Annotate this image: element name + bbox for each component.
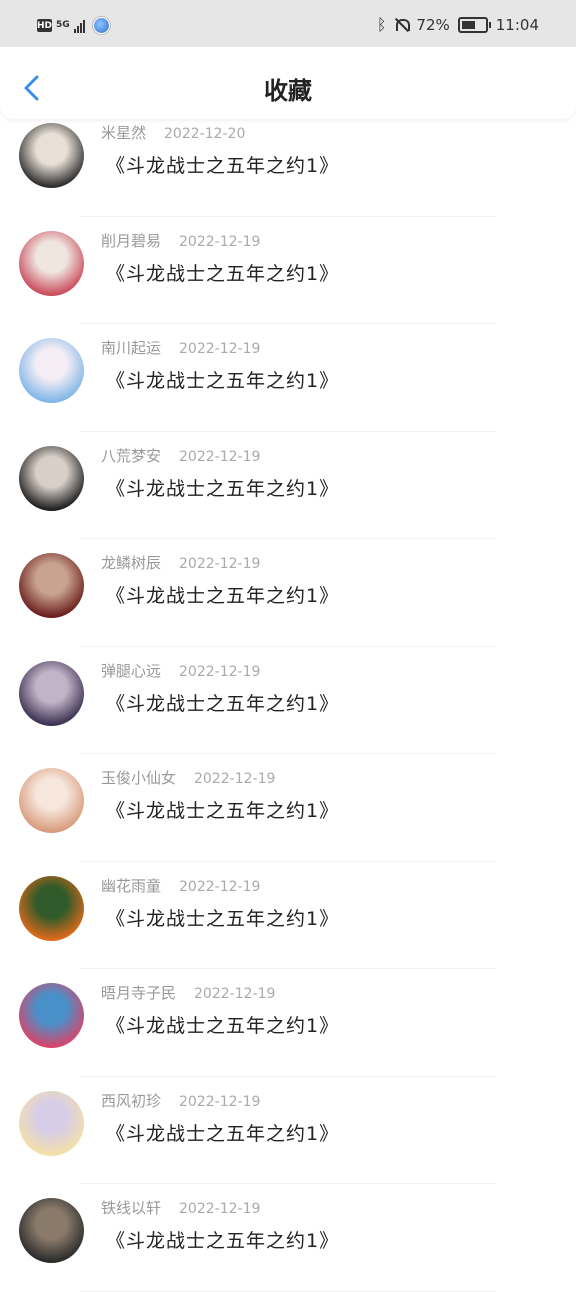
book-title[interactable]: 《斗龙战士之五年之约1》 bbox=[106, 366, 339, 393]
list-item[interactable]: 晤月寺子民 2022-12-19 《斗龙战士之五年之约1》 bbox=[0, 969, 576, 1077]
book-title[interactable]: 《斗龙战士之五年之约1》 bbox=[106, 474, 339, 501]
book-title[interactable]: 《斗龙战士之五年之约1》 bbox=[106, 1011, 339, 1038]
list-item[interactable]: 铁线以轩 2022-12-19 《斗龙战士之五年之约1》 bbox=[0, 1184, 576, 1292]
avatar[interactable] bbox=[19, 338, 84, 403]
book-title[interactable]: 《斗龙战士之五年之约1》 bbox=[106, 1119, 339, 1146]
user-name: 西风初珍 2022-12-19 bbox=[101, 1090, 260, 1111]
page-title: 收藏 bbox=[264, 77, 312, 105]
status-left: HD 5G bbox=[37, 17, 110, 34]
favorite-date: 2022-12-19 bbox=[179, 1201, 261, 1217]
favorite-date: 2022-12-19 bbox=[194, 986, 276, 1002]
status-right: ᛒ 72% 11:04 bbox=[377, 15, 539, 34]
user-name: 铁线以轩 2022-12-19 bbox=[101, 1197, 260, 1218]
user-name-text: 弹腿心远 bbox=[101, 661, 162, 680]
user-name-text: 铁线以轩 bbox=[101, 1199, 162, 1217]
avatar[interactable] bbox=[19, 230, 84, 296]
user-name: 八荒梦安 2022-12-19 bbox=[101, 445, 260, 466]
browser-icon bbox=[92, 17, 110, 34]
divider bbox=[80, 1290, 496, 1292]
user-name-text: 幽花雨童 bbox=[101, 876, 162, 895]
favorite-date: 2022-12-19 bbox=[179, 878, 261, 895]
bluetooth-icon: ᛒ bbox=[376, 15, 387, 34]
favorite-date: 2022-12-19 bbox=[194, 771, 276, 787]
user-name: 削月碧易 2022-12-19 bbox=[101, 230, 260, 251]
avatar[interactable] bbox=[19, 1090, 84, 1156]
user-name: 晤月寺子民 2022-12-19 bbox=[101, 982, 275, 1003]
avatar[interactable] bbox=[19, 445, 84, 511]
list-item[interactable]: 玉俊小仙女 2022-12-19 《斗龙战士之五年之约1》 bbox=[0, 754, 576, 862]
list-item[interactable]: 弹腿心远 2022-12-19 《斗龙战士之五年之约1》 bbox=[0, 647, 576, 754]
avatar[interactable] bbox=[19, 983, 84, 1048]
user-name-text: 米星然 bbox=[101, 124, 147, 142]
signal-icon bbox=[73, 19, 85, 33]
book-title[interactable]: 《斗龙战士之五年之约1》 bbox=[106, 581, 339, 608]
user-name: 米星然 2022-12-20 bbox=[101, 122, 245, 143]
status-bar: HD 5G ᛒ 72% 11:04 bbox=[0, 0, 576, 47]
book-title[interactable]: 《斗龙战士之五年之约1》 bbox=[106, 904, 339, 931]
user-name: 龙鳞树辰 2022-12-19 bbox=[101, 552, 260, 573]
book-title[interactable]: 《斗龙战士之五年之约1》 bbox=[106, 689, 339, 716]
user-name-text: 南川起运 bbox=[101, 339, 162, 357]
favorite-date: 2022-12-19 bbox=[179, 233, 261, 250]
user-name-text: 玉俊小仙女 bbox=[101, 769, 177, 787]
user-name-text: 八荒梦安 bbox=[101, 446, 162, 465]
list-item[interactable]: 龙鳞树辰 2022-12-19 《斗龙战士之五年之约1》 bbox=[0, 539, 576, 647]
user-name-text: 龙鳞树辰 bbox=[101, 554, 162, 572]
favorite-date: 2022-12-19 bbox=[179, 341, 261, 357]
list-item[interactable]: 削月碧易 2022-12-19 《斗龙战士之五年之约1》 bbox=[0, 217, 576, 324]
list-item[interactable]: 西风初珍 2022-12-19 《斗龙战士之五年之约1》 bbox=[0, 1077, 576, 1184]
clock: 11:04 bbox=[495, 15, 539, 34]
user-name: 弹腿心远 2022-12-19 bbox=[101, 660, 260, 681]
avatar[interactable] bbox=[19, 875, 84, 941]
favorite-date: 2022-12-19 bbox=[179, 448, 261, 465]
avatar[interactable] bbox=[19, 768, 84, 833]
user-name-text: 西风初珍 bbox=[101, 1091, 162, 1110]
user-name: 幽花雨童 2022-12-19 bbox=[101, 875, 260, 896]
book-title[interactable]: 《斗龙战士之五年之约1》 bbox=[106, 1226, 339, 1253]
avatar[interactable] bbox=[19, 553, 84, 618]
avatar[interactable] bbox=[19, 1198, 84, 1263]
hd-badge: HD bbox=[37, 19, 53, 32]
battery-percent: 72% bbox=[416, 15, 450, 34]
battery-icon bbox=[457, 16, 491, 33]
network-type: 5G bbox=[56, 20, 70, 30]
user-name: 玉俊小仙女 2022-12-19 bbox=[101, 767, 275, 788]
user-name-text: 晤月寺子民 bbox=[101, 984, 177, 1002]
favorites-list: 米星然 2022-12-20 《斗龙战士之五年之约1》 削月碧易 2022-12-19 《… bbox=[0, 119, 576, 1292]
user-name-text: 削月碧易 bbox=[101, 231, 162, 250]
nav-bar: 收藏 bbox=[0, 47, 576, 119]
list-item[interactable]: 米星然 2022-12-20 《斗龙战士之五年之约1》 bbox=[0, 109, 576, 217]
list-item[interactable]: 南川起运 2022-12-19 《斗龙战士之五年之约1》 bbox=[0, 324, 576, 432]
avatar[interactable] bbox=[19, 123, 84, 188]
book-title[interactable]: 《斗龙战士之五年之约1》 bbox=[106, 259, 339, 286]
avatar[interactable] bbox=[19, 660, 84, 726]
favorite-date: 2022-12-20 bbox=[164, 126, 246, 142]
favorite-date: 2022-12-19 bbox=[179, 556, 261, 572]
bell-muted-icon bbox=[394, 17, 411, 33]
list-item[interactable]: 幽花雨童 2022-12-19 《斗龙战士之五年之约1》 bbox=[0, 862, 576, 969]
list-item[interactable]: 八荒梦安 2022-12-19 《斗龙战士之五年之约1》 bbox=[0, 432, 576, 539]
favorite-date: 2022-12-19 bbox=[179, 1093, 261, 1110]
book-title[interactable]: 《斗龙战士之五年之约1》 bbox=[106, 151, 339, 178]
favorite-date: 2022-12-19 bbox=[179, 663, 261, 680]
book-title[interactable]: 《斗龙战士之五年之约1》 bbox=[106, 796, 339, 823]
user-name: 南川起运 2022-12-19 bbox=[101, 337, 260, 358]
